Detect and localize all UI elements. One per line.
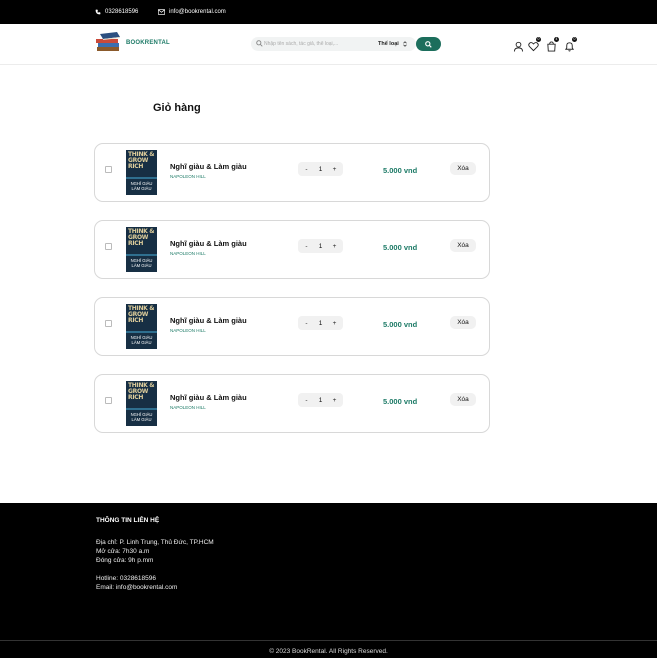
account-button[interactable] bbox=[513, 39, 524, 52]
site-header: BOOKRENTAL Thể loại 0 4 0 bbox=[0, 24, 657, 65]
book-cover[interactable]: THINK & GROW RICH NGHĨ GIÀU LÀM GIÀU bbox=[126, 227, 157, 272]
topbar-email: info@bookrental.com bbox=[158, 9, 226, 15]
cover-title: THINK & GROW RICH bbox=[128, 305, 155, 324]
item-price: 5.000 vnd bbox=[383, 397, 418, 406]
increase-button[interactable]: + bbox=[331, 397, 338, 404]
bell-icon bbox=[564, 42, 575, 52]
wishlist-button[interactable]: 0 bbox=[528, 36, 541, 52]
quantity-value: 1 bbox=[318, 242, 323, 250]
item-price: 5.000 vnd bbox=[383, 320, 418, 329]
search-icon bbox=[256, 40, 263, 47]
copyright-text: © 2023 BookRental. All Rights Reserved. bbox=[269, 648, 388, 655]
category-select[interactable]: Thể loại bbox=[378, 41, 407, 47]
delete-button[interactable]: Xóa bbox=[450, 239, 476, 252]
book-cover[interactable]: THINK & GROW RICH NGHĨ GIÀU LÀM GIÀU bbox=[126, 381, 157, 426]
top-bar: 0328618596 info@bookrental.com bbox=[0, 0, 657, 24]
item-price: 5.000 vnd bbox=[383, 166, 418, 175]
select-checkbox[interactable] bbox=[105, 243, 112, 250]
mail-icon bbox=[158, 9, 165, 15]
delete-button[interactable]: Xóa bbox=[450, 393, 476, 406]
footer-hotline[interactable]: Hotline: 0328618596 bbox=[96, 575, 156, 582]
cart-item: THINK & GROW RICH NGHĨ GIÀU LÀM GIÀU Ngh… bbox=[94, 297, 490, 356]
site-footer: THÔNG TIN LIÊN HỆ Địa chỉ: P. Linh Trung… bbox=[0, 503, 657, 658]
quantity-stepper: - 1 + bbox=[298, 393, 343, 407]
cart-item: THINK & GROW RICH NGHĨ GIÀU LÀM GIÀU Ngh… bbox=[94, 220, 490, 279]
phone-icon bbox=[95, 9, 101, 15]
books-logo-icon bbox=[96, 32, 120, 51]
cover-title: THINK & GROW RICH bbox=[128, 382, 155, 401]
search-input[interactable] bbox=[264, 39, 374, 49]
cart-item: THINK & GROW RICH NGHĨ GIÀU LÀM GIÀU Ngh… bbox=[94, 143, 490, 202]
select-checkbox[interactable] bbox=[105, 166, 112, 173]
cover-band bbox=[126, 408, 157, 410]
cover-band bbox=[126, 177, 157, 179]
footer-heading: THÔNG TIN LIÊN HỆ bbox=[96, 517, 160, 524]
quantity-value: 1 bbox=[318, 319, 323, 327]
user-icon bbox=[513, 41, 524, 52]
quantity-stepper: - 1 + bbox=[298, 162, 343, 176]
cover-title: THINK & GROW RICH bbox=[128, 151, 155, 170]
chevron-updown-icon bbox=[403, 40, 407, 47]
footer-divider bbox=[0, 640, 657, 641]
quantity-stepper: - 1 + bbox=[298, 316, 343, 330]
book-title[interactable]: Nghĩ giàu & Làm giàu bbox=[170, 393, 247, 402]
footer-open-hours: Mở cửa: 7h30 a.m bbox=[96, 548, 150, 555]
decrease-button[interactable]: - bbox=[303, 397, 310, 404]
footer-address: Địa chỉ: P. Linh Trung, Thủ Đức, TP.HCM bbox=[96, 539, 214, 546]
wishlist-count-badge: 0 bbox=[536, 36, 541, 42]
cover-band bbox=[126, 331, 157, 333]
book-author: NAPOLEON HILL bbox=[170, 328, 206, 333]
cover-title: THINK & GROW RICH bbox=[128, 228, 155, 247]
topbar-phone: 0328618596 bbox=[95, 9, 138, 15]
book-cover[interactable]: THINK & GROW RICH NGHĨ GIÀU LÀM GIÀU bbox=[126, 150, 157, 195]
decrease-button[interactable]: - bbox=[303, 166, 310, 173]
cart-icon bbox=[547, 41, 556, 52]
item-price: 5.000 vnd bbox=[383, 243, 418, 252]
cart-count-badge: 4 bbox=[554, 36, 559, 42]
book-cover[interactable]: THINK & GROW RICH NGHĨ GIÀU LÀM GIÀU bbox=[126, 304, 157, 349]
topbar-phone-text: 0328618596 bbox=[105, 9, 139, 15]
search-bar: Thể loại bbox=[251, 37, 416, 51]
page-title: Giỏ hàng bbox=[153, 102, 201, 114]
footer-email[interactable]: Email: info@bookrental.com bbox=[96, 584, 177, 591]
cover-subtitle: NGHĨ GIÀU LÀM GIÀU bbox=[130, 412, 153, 422]
increase-button[interactable]: + bbox=[331, 166, 338, 173]
footer-close-hours: Đóng cửa: 9h p.mm bbox=[96, 557, 154, 564]
heart-icon bbox=[528, 42, 539, 52]
cover-subtitle: NGHĨ GIÀU LÀM GIÀU bbox=[130, 335, 153, 345]
delete-button[interactable]: Xóa bbox=[450, 162, 476, 175]
quantity-stepper: - 1 + bbox=[298, 239, 343, 253]
logo[interactable]: BOOKRENTAL bbox=[95, 32, 170, 54]
cart-item: THINK & GROW RICH NGHĨ GIÀU LÀM GIÀU Ngh… bbox=[94, 374, 490, 433]
book-author: NAPOLEON HILL bbox=[170, 251, 206, 256]
book-title[interactable]: Nghĩ giàu & Làm giàu bbox=[170, 316, 247, 325]
book-author: NAPOLEON HILL bbox=[170, 174, 206, 179]
decrease-button[interactable]: - bbox=[303, 320, 310, 327]
search-button[interactable] bbox=[416, 37, 441, 51]
select-checkbox[interactable] bbox=[105, 320, 112, 327]
notification-count-badge: 0 bbox=[572, 36, 577, 42]
logo-text: BOOKRENTAL bbox=[126, 40, 170, 46]
cover-subtitle: NGHĨ GIÀU LÀM GIÀU bbox=[130, 181, 153, 191]
cart-button[interactable]: 4 bbox=[546, 36, 559, 52]
notifications-button[interactable]: 0 bbox=[564, 36, 577, 52]
book-author: NAPOLEON HILL bbox=[170, 405, 206, 410]
cover-band bbox=[126, 254, 157, 256]
increase-button[interactable]: + bbox=[331, 243, 338, 250]
search-icon bbox=[425, 40, 432, 48]
quantity-value: 1 bbox=[318, 165, 323, 173]
cover-subtitle: NGHĨ GIÀU LÀM GIÀU bbox=[130, 258, 153, 268]
select-checkbox[interactable] bbox=[105, 397, 112, 404]
quantity-value: 1 bbox=[318, 396, 323, 404]
decrease-button[interactable]: - bbox=[303, 243, 310, 250]
book-title[interactable]: Nghĩ giàu & Làm giàu bbox=[170, 162, 247, 171]
category-label: Thể loại bbox=[378, 40, 399, 47]
book-title[interactable]: Nghĩ giàu & Làm giàu bbox=[170, 239, 247, 248]
delete-button[interactable]: Xóa bbox=[450, 316, 476, 329]
increase-button[interactable]: + bbox=[331, 320, 338, 327]
topbar-email-text: info@bookrental.com bbox=[169, 9, 226, 15]
